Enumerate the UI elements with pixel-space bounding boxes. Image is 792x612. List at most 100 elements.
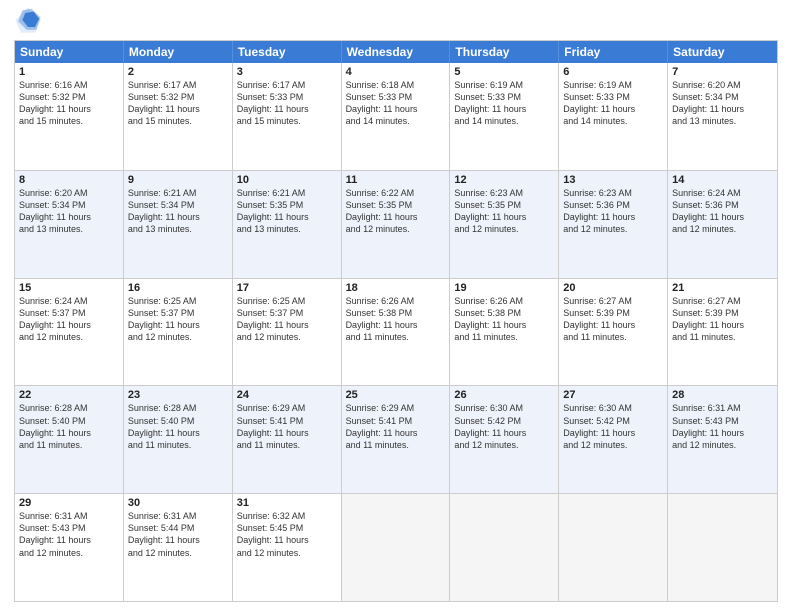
cell-info: Sunrise: 6:30 AMSunset: 5:42 PMDaylight:… xyxy=(563,402,663,451)
calendar-cell: 5Sunrise: 6:19 AMSunset: 5:33 PMDaylight… xyxy=(450,63,559,170)
day-number: 29 xyxy=(19,497,119,509)
cell-info: Sunrise: 6:21 AMSunset: 5:35 PMDaylight:… xyxy=(237,187,337,236)
day-number: 19 xyxy=(454,282,554,294)
cell-info: Sunrise: 6:19 AMSunset: 5:33 PMDaylight:… xyxy=(563,79,663,128)
day-number: 9 xyxy=(128,174,228,186)
calendar-cell: 29Sunrise: 6:31 AMSunset: 5:43 PMDayligh… xyxy=(15,494,124,601)
calendar-cell: 20Sunrise: 6:27 AMSunset: 5:39 PMDayligh… xyxy=(559,279,668,386)
day-number: 23 xyxy=(128,389,228,401)
cell-info: Sunrise: 6:22 AMSunset: 5:35 PMDaylight:… xyxy=(346,187,446,236)
calendar-cell xyxy=(559,494,668,601)
cell-info: Sunrise: 6:23 AMSunset: 5:36 PMDaylight:… xyxy=(563,187,663,236)
day-number: 11 xyxy=(346,174,446,186)
day-number: 6 xyxy=(563,66,663,78)
calendar-cell: 8Sunrise: 6:20 AMSunset: 5:34 PMDaylight… xyxy=(15,171,124,278)
calendar-cell: 14Sunrise: 6:24 AMSunset: 5:36 PMDayligh… xyxy=(668,171,777,278)
day-number: 3 xyxy=(237,66,337,78)
calendar-week-3: 15Sunrise: 6:24 AMSunset: 5:37 PMDayligh… xyxy=(15,278,777,386)
cell-info: Sunrise: 6:28 AMSunset: 5:40 PMDaylight:… xyxy=(128,402,228,451)
calendar-cell: 12Sunrise: 6:23 AMSunset: 5:35 PMDayligh… xyxy=(450,171,559,278)
day-header-tuesday: Tuesday xyxy=(233,41,342,63)
calendar-week-4: 22Sunrise: 6:28 AMSunset: 5:40 PMDayligh… xyxy=(15,385,777,493)
calendar: SundayMondayTuesdayWednesdayThursdayFrid… xyxy=(14,40,778,602)
calendar-cell: 17Sunrise: 6:25 AMSunset: 5:37 PMDayligh… xyxy=(233,279,342,386)
calendar-cell: 2Sunrise: 6:17 AMSunset: 5:32 PMDaylight… xyxy=(124,63,233,170)
day-number: 25 xyxy=(346,389,446,401)
calendar-cell: 21Sunrise: 6:27 AMSunset: 5:39 PMDayligh… xyxy=(668,279,777,386)
calendar-week-5: 29Sunrise: 6:31 AMSunset: 5:43 PMDayligh… xyxy=(15,493,777,601)
day-number: 30 xyxy=(128,497,228,509)
cell-info: Sunrise: 6:25 AMSunset: 5:37 PMDaylight:… xyxy=(128,295,228,344)
cell-info: Sunrise: 6:25 AMSunset: 5:37 PMDaylight:… xyxy=(237,295,337,344)
calendar-cell xyxy=(668,494,777,601)
day-number: 1 xyxy=(19,66,119,78)
day-number: 27 xyxy=(563,389,663,401)
calendar-cell: 27Sunrise: 6:30 AMSunset: 5:42 PMDayligh… xyxy=(559,386,668,493)
day-number: 14 xyxy=(672,174,773,186)
calendar-cell: 26Sunrise: 6:30 AMSunset: 5:42 PMDayligh… xyxy=(450,386,559,493)
calendar-cell: 24Sunrise: 6:29 AMSunset: 5:41 PMDayligh… xyxy=(233,386,342,493)
logo-icon xyxy=(14,6,42,34)
cell-info: Sunrise: 6:31 AMSunset: 5:43 PMDaylight:… xyxy=(672,402,773,451)
calendar-cell: 25Sunrise: 6:29 AMSunset: 5:41 PMDayligh… xyxy=(342,386,451,493)
day-number: 7 xyxy=(672,66,773,78)
calendar-cell: 23Sunrise: 6:28 AMSunset: 5:40 PMDayligh… xyxy=(124,386,233,493)
calendar-week-1: 1Sunrise: 6:16 AMSunset: 5:32 PMDaylight… xyxy=(15,63,777,170)
day-number: 18 xyxy=(346,282,446,294)
day-number: 4 xyxy=(346,66,446,78)
cell-info: Sunrise: 6:24 AMSunset: 5:37 PMDaylight:… xyxy=(19,295,119,344)
day-header-monday: Monday xyxy=(124,41,233,63)
day-number: 26 xyxy=(454,389,554,401)
cell-info: Sunrise: 6:24 AMSunset: 5:36 PMDaylight:… xyxy=(672,187,773,236)
page: SundayMondayTuesdayWednesdayThursdayFrid… xyxy=(0,0,792,612)
day-number: 5 xyxy=(454,66,554,78)
cell-info: Sunrise: 6:27 AMSunset: 5:39 PMDaylight:… xyxy=(672,295,773,344)
day-number: 21 xyxy=(672,282,773,294)
day-number: 2 xyxy=(128,66,228,78)
cell-info: Sunrise: 6:28 AMSunset: 5:40 PMDaylight:… xyxy=(19,402,119,451)
calendar-cell xyxy=(450,494,559,601)
calendar-cell: 7Sunrise: 6:20 AMSunset: 5:34 PMDaylight… xyxy=(668,63,777,170)
cell-info: Sunrise: 6:26 AMSunset: 5:38 PMDaylight:… xyxy=(346,295,446,344)
day-number: 8 xyxy=(19,174,119,186)
cell-info: Sunrise: 6:20 AMSunset: 5:34 PMDaylight:… xyxy=(19,187,119,236)
day-number: 17 xyxy=(237,282,337,294)
cell-info: Sunrise: 6:32 AMSunset: 5:45 PMDaylight:… xyxy=(237,510,337,559)
day-number: 12 xyxy=(454,174,554,186)
cell-info: Sunrise: 6:31 AMSunset: 5:44 PMDaylight:… xyxy=(128,510,228,559)
calendar-cell: 13Sunrise: 6:23 AMSunset: 5:36 PMDayligh… xyxy=(559,171,668,278)
cell-info: Sunrise: 6:23 AMSunset: 5:35 PMDaylight:… xyxy=(454,187,554,236)
logo xyxy=(14,10,44,34)
calendar-cell: 31Sunrise: 6:32 AMSunset: 5:45 PMDayligh… xyxy=(233,494,342,601)
day-number: 16 xyxy=(128,282,228,294)
day-number: 31 xyxy=(237,497,337,509)
day-number: 22 xyxy=(19,389,119,401)
calendar-cell xyxy=(342,494,451,601)
cell-info: Sunrise: 6:21 AMSunset: 5:34 PMDaylight:… xyxy=(128,187,228,236)
day-header-friday: Friday xyxy=(559,41,668,63)
calendar-cell: 18Sunrise: 6:26 AMSunset: 5:38 PMDayligh… xyxy=(342,279,451,386)
calendar-cell: 19Sunrise: 6:26 AMSunset: 5:38 PMDayligh… xyxy=(450,279,559,386)
cell-info: Sunrise: 6:31 AMSunset: 5:43 PMDaylight:… xyxy=(19,510,119,559)
day-number: 28 xyxy=(672,389,773,401)
calendar-cell: 11Sunrise: 6:22 AMSunset: 5:35 PMDayligh… xyxy=(342,171,451,278)
cell-info: Sunrise: 6:30 AMSunset: 5:42 PMDaylight:… xyxy=(454,402,554,451)
cell-info: Sunrise: 6:29 AMSunset: 5:41 PMDaylight:… xyxy=(346,402,446,451)
calendar-week-2: 8Sunrise: 6:20 AMSunset: 5:34 PMDaylight… xyxy=(15,170,777,278)
cell-info: Sunrise: 6:29 AMSunset: 5:41 PMDaylight:… xyxy=(237,402,337,451)
day-header-sunday: Sunday xyxy=(15,41,124,63)
cell-info: Sunrise: 6:27 AMSunset: 5:39 PMDaylight:… xyxy=(563,295,663,344)
calendar-header: SundayMondayTuesdayWednesdayThursdayFrid… xyxy=(15,41,777,63)
calendar-cell: 1Sunrise: 6:16 AMSunset: 5:32 PMDaylight… xyxy=(15,63,124,170)
day-header-saturday: Saturday xyxy=(668,41,777,63)
calendar-cell: 22Sunrise: 6:28 AMSunset: 5:40 PMDayligh… xyxy=(15,386,124,493)
calendar-cell: 15Sunrise: 6:24 AMSunset: 5:37 PMDayligh… xyxy=(15,279,124,386)
calendar-body: 1Sunrise: 6:16 AMSunset: 5:32 PMDaylight… xyxy=(15,63,777,601)
cell-info: Sunrise: 6:16 AMSunset: 5:32 PMDaylight:… xyxy=(19,79,119,128)
day-number: 20 xyxy=(563,282,663,294)
day-header-wednesday: Wednesday xyxy=(342,41,451,63)
header xyxy=(14,10,778,34)
calendar-cell: 6Sunrise: 6:19 AMSunset: 5:33 PMDaylight… xyxy=(559,63,668,170)
cell-info: Sunrise: 6:17 AMSunset: 5:32 PMDaylight:… xyxy=(128,79,228,128)
day-number: 24 xyxy=(237,389,337,401)
